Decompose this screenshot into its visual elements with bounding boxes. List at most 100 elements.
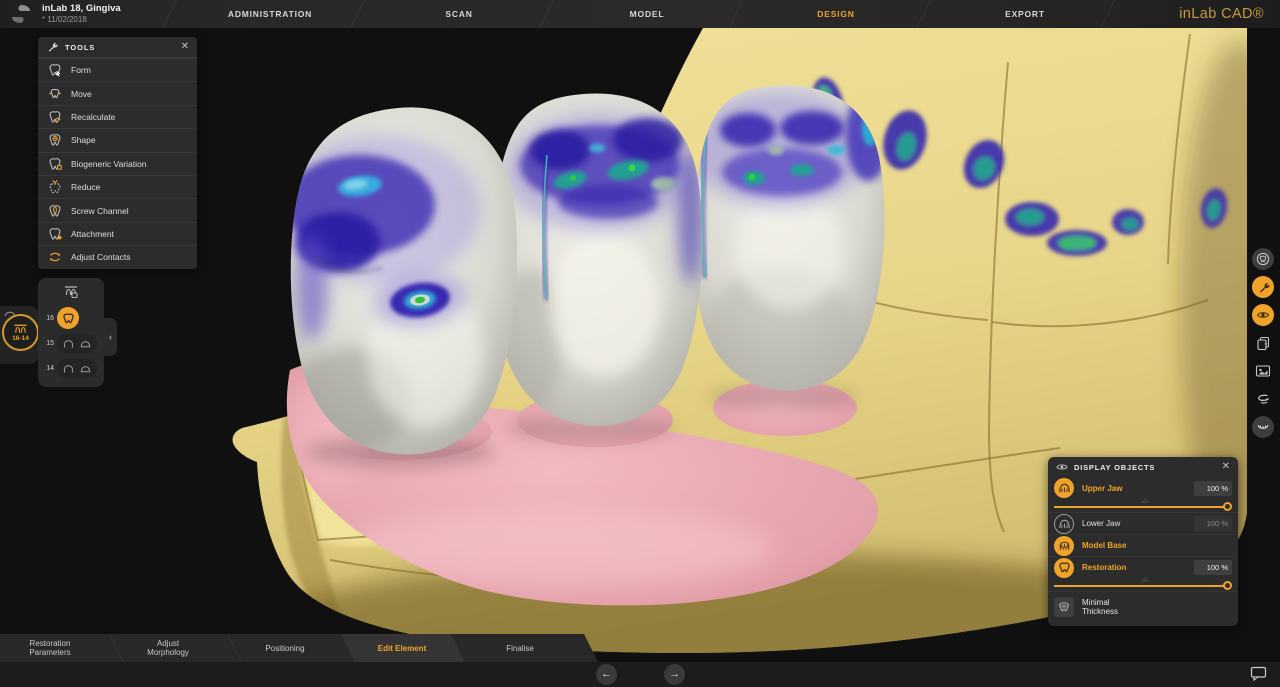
upper-jaw-icon	[1054, 478, 1074, 498]
tooth-14-options	[57, 359, 97, 378]
tooth-number: 14	[38, 365, 54, 372]
display-objects-close-icon[interactable]: ✕	[1222, 462, 1230, 472]
restoration-badge-16-14[interactable]: 16-14	[2, 314, 39, 351]
step-finalise[interactable]: Finalise	[506, 634, 534, 662]
sirona-logo	[9, 3, 33, 25]
tool-form[interactable]: Form	[38, 58, 197, 81]
tool-label: Biogeneric Variation	[71, 159, 146, 169]
duplicate-button[interactable]	[1252, 332, 1274, 354]
tools-panel: TOOLS ✕ Form Move Recalculate Shape Biog…	[38, 37, 197, 269]
model-base-icon	[1054, 536, 1074, 556]
row-label: Model Base	[1082, 541, 1126, 550]
row-model-base[interactable]: Model Base	[1048, 534, 1238, 556]
tool-attachment[interactable]: Attachment	[38, 222, 197, 245]
tool-label: Attachment	[71, 229, 114, 239]
row-restoration[interactable]: Restoration 100 %	[1048, 556, 1238, 578]
adjust-contacts-icon	[48, 250, 62, 264]
previous-step-button[interactable]: ←	[596, 664, 617, 685]
tooth-selector-panel: 16 15 14	[38, 278, 104, 387]
lower-jaw-opacity-value: 100 %	[1194, 516, 1232, 531]
tooth-row-16: 16	[38, 306, 104, 330]
bridge-group-icon	[63, 285, 79, 299]
tool-adjust-contacts[interactable]: Adjust Contacts	[38, 245, 197, 268]
row-label: Minimal Thickness	[1082, 598, 1118, 616]
tool-move[interactable]: Move	[38, 81, 197, 104]
position-restoration-icon	[1256, 252, 1270, 266]
pontic-option-icon[interactable]	[79, 362, 92, 375]
restoration-icon	[1054, 558, 1074, 578]
eye-icon	[1056, 462, 1068, 472]
tooth-recalculate-icon	[48, 110, 62, 124]
contact-view-button[interactable]	[1252, 388, 1274, 410]
slider-handle[interactable]	[1223, 502, 1232, 511]
tool-screw-channel[interactable]: Screw Channel	[38, 198, 197, 221]
tools-close-icon[interactable]: ✕	[181, 42, 189, 52]
row-label: Restoration	[1082, 563, 1126, 572]
tool-label: Shape	[71, 135, 96, 145]
minimal-thickness-icon	[1054, 597, 1074, 617]
row-lower-jaw[interactable]: Lower Jaw 100 %	[1048, 512, 1238, 534]
tab-design[interactable]: DESIGN	[817, 0, 854, 28]
pontic-option-icon[interactable]	[79, 337, 92, 350]
inlab-cad-window: inLab 18, Gingiva * 11/02/2018 ADMINISTR…	[0, 0, 1280, 687]
tool-reduce[interactable]: Reduce	[38, 175, 197, 198]
upper-jaw-glyph	[1058, 482, 1071, 494]
chat-bubble-icon[interactable]	[1250, 666, 1267, 681]
tab-administration[interactable]: ADMINISTRATION	[228, 0, 312, 28]
slider-handle[interactable]	[1223, 581, 1232, 590]
row-label: Lower Jaw	[1082, 519, 1120, 528]
model-base-glyph	[1058, 540, 1071, 552]
row-label: Upper Jaw	[1082, 484, 1122, 493]
tooth-number: 15	[38, 340, 54, 347]
display-objects-panel: DISPLAY OBJECTS ✕ Upper Jaw 100 % Lower …	[1048, 457, 1238, 626]
tools-panel-title: TOOLS	[65, 43, 95, 52]
case-title: inLab 18, Gingiva	[42, 4, 121, 14]
tools-icon	[1257, 281, 1270, 294]
attachment-icon	[48, 227, 62, 241]
step-restoration-parameters[interactable]: RestorationParameters	[29, 634, 70, 662]
tool-label: Move	[71, 89, 92, 99]
display-objects-title: DISPLAY OBJECTS	[1074, 463, 1155, 472]
step-adjust-morphology[interactable]: AdjustMorphology	[147, 634, 189, 662]
tooth-15-options	[57, 334, 97, 353]
display-objects-toggle-button[interactable]	[1252, 304, 1274, 326]
lower-jaw-icon	[1256, 421, 1270, 433]
upper-jaw-opacity-slider[interactable]	[1054, 499, 1232, 512]
tab-export[interactable]: EXPORT	[1005, 0, 1045, 28]
step-edit-element[interactable]: Edit Element	[378, 634, 426, 662]
tools-toggle-button[interactable]	[1252, 276, 1274, 298]
display-objects-icon	[1256, 308, 1270, 322]
next-step-button[interactable]: →	[664, 664, 685, 685]
lower-jaw-button[interactable]	[1252, 416, 1274, 438]
tool-biogeneric-variation[interactable]: Biogeneric Variation	[38, 152, 197, 175]
tooth-reduce-icon	[48, 180, 62, 194]
crown-option-icon[interactable]	[62, 337, 75, 350]
workflow-step-bar: RestorationParameters AdjustMorphology P…	[0, 634, 600, 662]
crown-icon	[62, 312, 75, 325]
screw-channel-icon	[48, 204, 62, 218]
tooth-16-crown-button[interactable]	[57, 307, 79, 329]
tool-label: Form	[71, 65, 91, 75]
row-upper-jaw[interactable]: Upper Jaw 100 %	[1048, 477, 1238, 499]
screenshot-button[interactable]	[1252, 360, 1274, 382]
tooth-number: 16	[38, 315, 54, 322]
tool-label: Adjust Contacts	[71, 252, 131, 262]
crown-option-icon[interactable]	[62, 362, 75, 375]
tab-model[interactable]: MODEL	[630, 0, 665, 28]
bridge-icon	[13, 324, 28, 334]
row-minimal-thickness[interactable]: Minimal Thickness	[1048, 591, 1238, 621]
restoration-opacity-slider[interactable]	[1054, 578, 1232, 591]
tool-recalculate[interactable]: Recalculate	[38, 105, 197, 128]
case-title-block: inLab 18, Gingiva * 11/02/2018	[42, 4, 121, 25]
tool-shape[interactable]: Shape	[38, 128, 197, 151]
step-positioning[interactable]: Positioning	[265, 634, 304, 662]
tooth-move-icon	[48, 87, 62, 101]
tooth-shape-icon	[48, 133, 62, 147]
tab-scan[interactable]: SCAN	[445, 0, 472, 28]
selector-collapse-button[interactable]: ‹	[104, 318, 117, 356]
tooth-row-15: 15	[38, 331, 104, 355]
tool-label: Screw Channel	[71, 206, 129, 216]
right-toolbar	[1252, 248, 1274, 444]
minimal-thickness-glyph	[1058, 601, 1070, 613]
position-restoration-button[interactable]	[1252, 248, 1274, 270]
